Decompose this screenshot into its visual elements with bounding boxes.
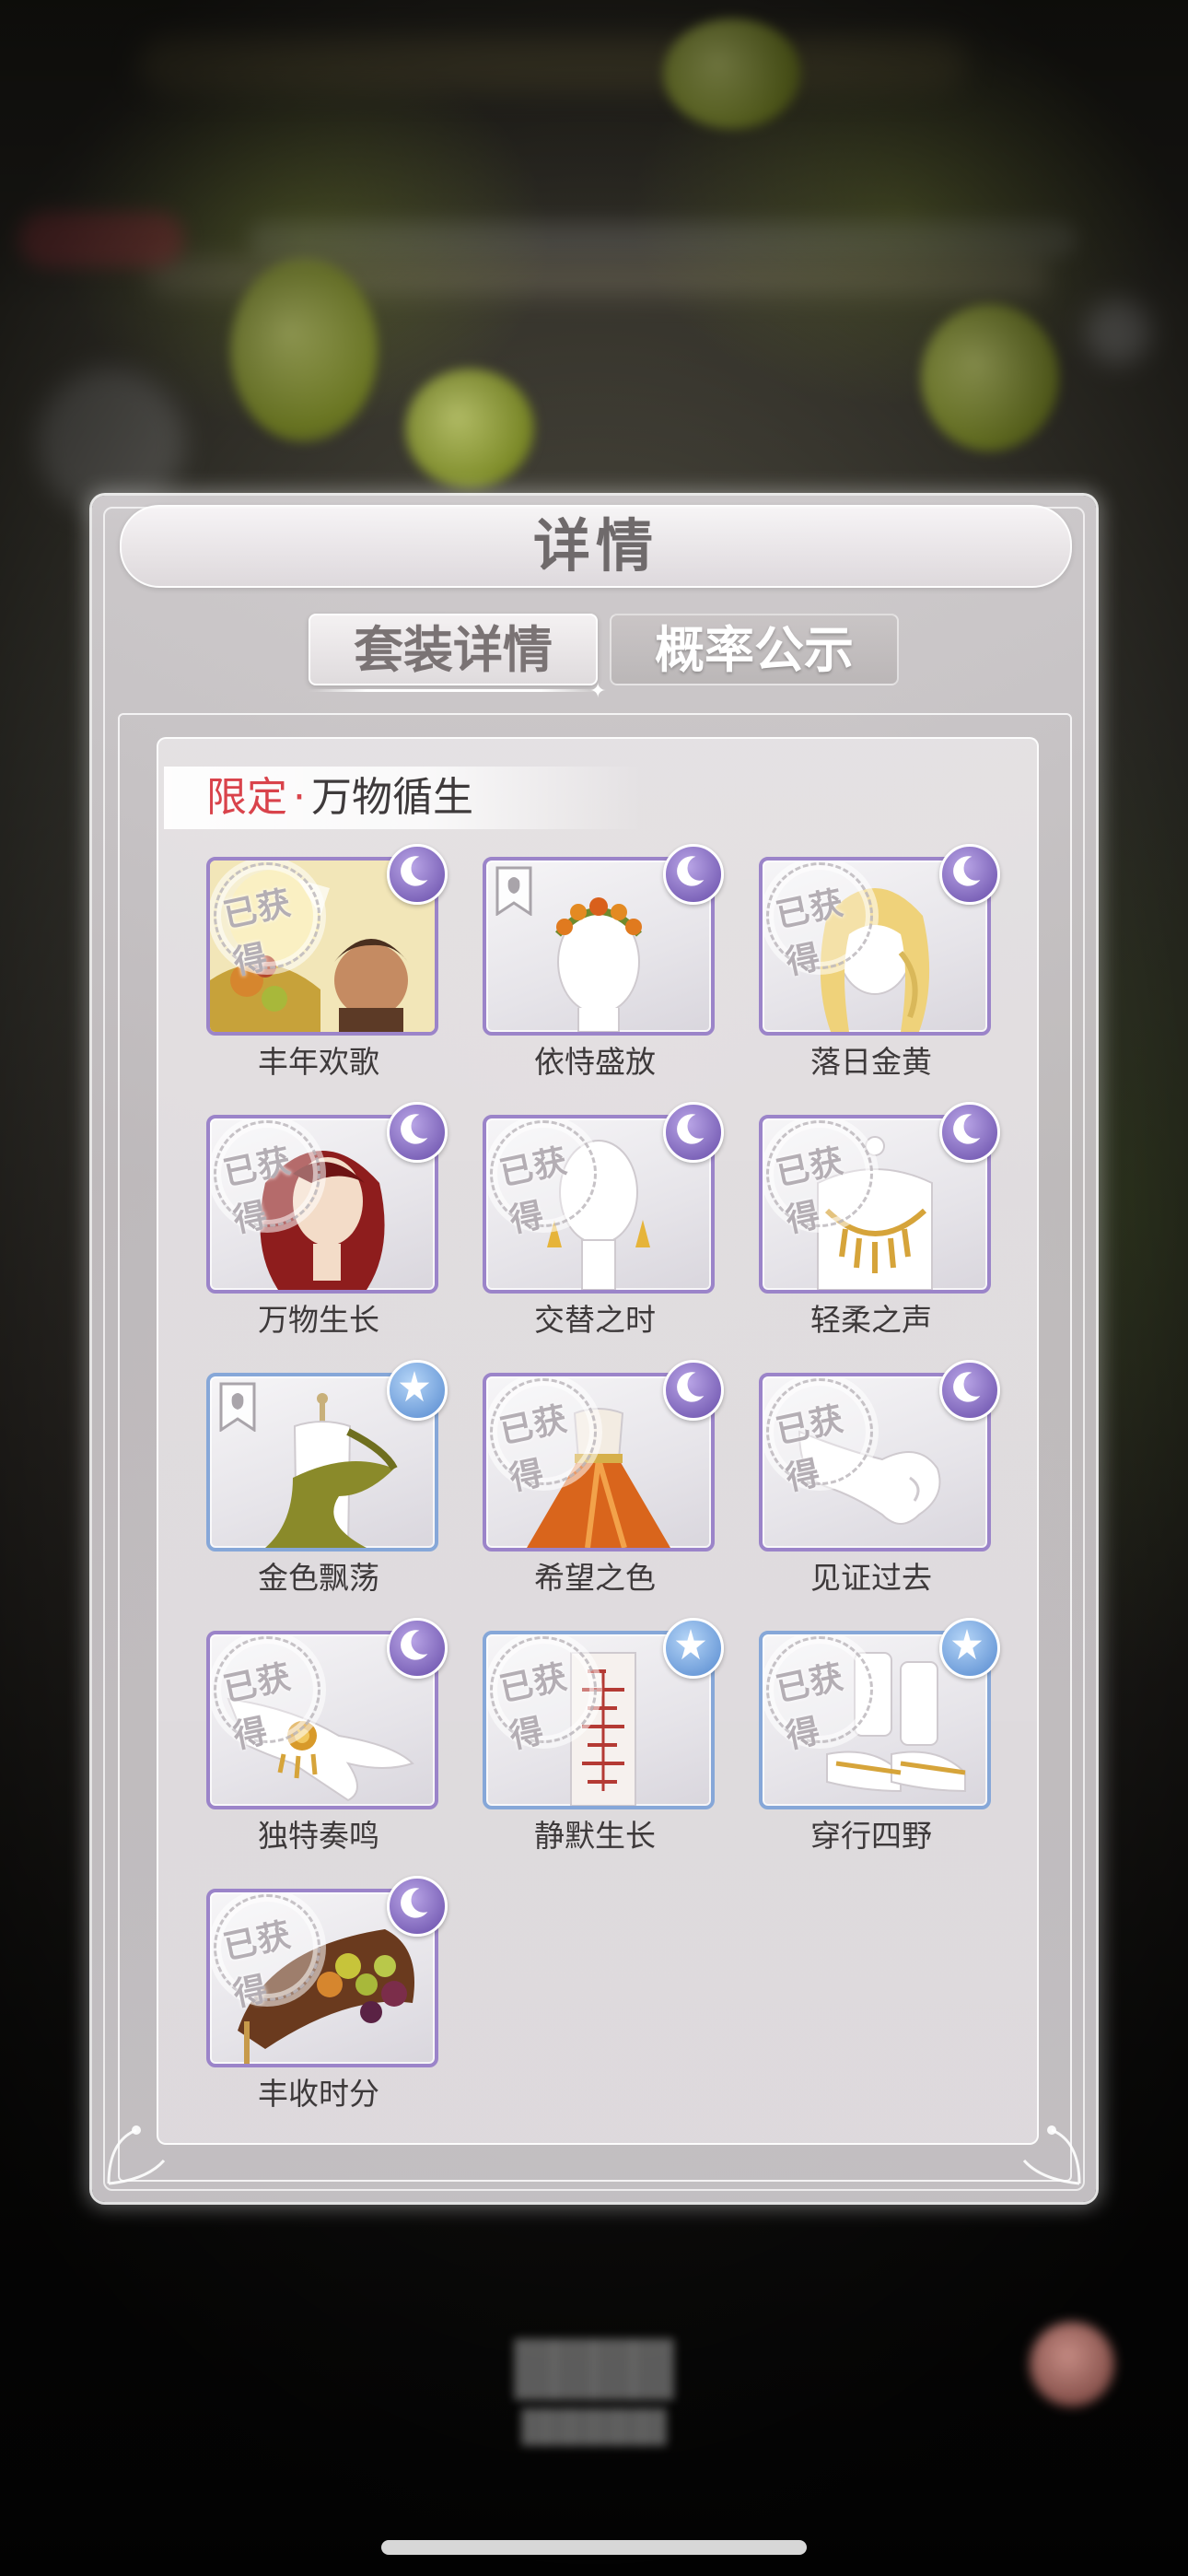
moon-icon	[401, 856, 428, 886]
owned-stamp-label: 已获得	[220, 1142, 296, 1241]
owned-stamp-label: 已获得	[773, 1142, 848, 1241]
moon-rarity-icon	[387, 1102, 448, 1163]
set-name: 万物循生	[311, 774, 473, 821]
item-name: 静默生长	[534, 1818, 656, 1854]
owned-stamp: 已获得	[214, 1894, 320, 2014]
title-separator: ·	[293, 774, 306, 821]
item-name: 金色飘荡	[258, 1560, 379, 1596]
set-title: 限定 · 万物循生	[206, 767, 473, 829]
tab-set-details[interactable]: 套装详情	[309, 614, 598, 685]
moon-rarity-icon	[663, 1102, 724, 1163]
owned-stamp: 已获得	[766, 1120, 873, 1240]
item-name: 见证过去	[810, 1560, 932, 1596]
owned-stamp-label: 已获得	[220, 1915, 296, 2015]
bookmark-icon	[219, 1382, 256, 1432]
star-rarity-icon	[663, 1618, 724, 1679]
limited-tag: 限定	[206, 774, 287, 821]
moon-rarity-icon	[387, 1876, 448, 1937]
moon-icon	[677, 856, 705, 886]
outfit-item[interactable]: 已获得独特奏鸣	[206, 1618, 448, 1878]
item-name: 万物生长	[258, 1302, 379, 1338]
outfit-item[interactable]: 已获得见证过去	[759, 1360, 1000, 1620]
owned-stamp: 已获得	[766, 1378, 873, 1498]
dialog-title-bar: 详情	[120, 505, 1072, 588]
owned-stamp-label: 已获得	[773, 1399, 848, 1499]
background-blurred-subtitle: ██████	[521, 2409, 667, 2446]
owned-stamp-label: 已获得	[496, 1142, 572, 1241]
item-name: 轻柔之声	[810, 1302, 932, 1338]
background-blurred-title: ████	[514, 2340, 674, 2400]
moon-rarity-icon	[939, 1360, 1000, 1421]
moon-icon	[401, 1114, 428, 1144]
owned-stamp: 已获得	[214, 1636, 320, 1756]
moon-icon	[953, 856, 981, 886]
owned-stamp-label: 已获得	[773, 884, 848, 983]
item-name: 依恃盛放	[534, 1044, 656, 1080]
moon-icon	[677, 1114, 705, 1144]
item-name: 独特奏鸣	[258, 1818, 379, 1854]
owned-stamp-label: 已获得	[496, 1657, 572, 1757]
star-icon	[951, 1629, 983, 1660]
outfit-item[interactable]: 已获得静默生长	[483, 1618, 724, 1878]
outfit-item[interactable]: 已获得希望之色	[483, 1360, 724, 1620]
bookmark-icon	[495, 866, 532, 916]
moon-icon	[401, 1888, 428, 1918]
active-tab-indicator	[309, 689, 600, 692]
star-rarity-icon	[939, 1618, 1000, 1679]
outfit-item[interactable]: 已获得交替之时	[483, 1102, 724, 1362]
outfit-item[interactable]: 已获得丰年欢歌	[206, 844, 448, 1104]
moon-rarity-icon	[939, 1102, 1000, 1163]
owned-stamp: 已获得	[490, 1120, 597, 1240]
moon-rarity-icon	[387, 1618, 448, 1679]
moon-icon	[953, 1114, 981, 1144]
moon-icon	[401, 1630, 428, 1660]
outfit-item[interactable]: 已获得穿行四野	[759, 1618, 1000, 1878]
item-name: 丰年欢歌	[258, 1044, 379, 1080]
section-header: 限定 · 万物循生	[164, 767, 643, 829]
star-icon	[675, 1629, 706, 1660]
moon-rarity-icon	[387, 844, 448, 905]
owned-stamp: 已获得	[490, 1636, 597, 1756]
owned-stamp-label: 已获得	[220, 1657, 296, 1757]
moon-icon	[953, 1372, 981, 1402]
moon-icon	[677, 1372, 705, 1402]
star-rarity-icon	[387, 1360, 448, 1421]
sparkle-icon: ✦	[589, 680, 607, 703]
outfit-item[interactable]: 已获得丰收时分	[206, 1876, 448, 2136]
outfit-item[interactable]: 依恃盛放	[483, 844, 724, 1104]
owned-stamp: 已获得	[490, 1378, 597, 1498]
tab-probability[interactable]: 概率公示	[610, 614, 899, 685]
set-card: 限定 · 万物循生 已获得 丰年欢歌 依恃盛放 已获得 落日金黄 已获得 万物生长 已获得 交替之时…	[157, 737, 1039, 2145]
owned-stamp-label: 已获得	[496, 1399, 572, 1499]
moon-rarity-icon	[939, 844, 1000, 905]
background-round-button	[1030, 2322, 1114, 2406]
owned-stamp: 已获得	[766, 862, 873, 982]
star-icon	[399, 1371, 430, 1402]
item-name: 落日金黄	[810, 1044, 932, 1080]
owned-stamp-label: 已获得	[220, 884, 296, 983]
outfit-item[interactable]: 已获得落日金黄	[759, 844, 1000, 1104]
owned-stamp: 已获得	[214, 1120, 320, 1240]
outfit-item[interactable]: 已获得万物生长	[206, 1102, 448, 1362]
home-indicator[interactable]	[381, 2540, 807, 2555]
moon-rarity-icon	[663, 1360, 724, 1421]
moon-rarity-icon	[663, 844, 724, 905]
item-name: 丰收时分	[258, 2076, 379, 2112]
item-name: 希望之色	[534, 1560, 656, 1596]
item-name: 交替之时	[534, 1302, 656, 1338]
item-name: 穿行四野	[810, 1818, 932, 1854]
outfit-item[interactable]: 已获得轻柔之声	[759, 1102, 1000, 1362]
details-dialog: 详情 套装详情 概率公示 ✦ 限定 · 万物循生 已获得 丰年欢歌 依恃盛放 已获得 落日金…	[92, 496, 1096, 2202]
outfit-item[interactable]: 金色飘荡	[206, 1360, 448, 1620]
owned-stamp-label: 已获得	[773, 1657, 848, 1757]
owned-stamp: 已获得	[214, 862, 320, 982]
dialog-title: 详情	[532, 512, 658, 580]
owned-stamp: 已获得	[766, 1636, 873, 1756]
